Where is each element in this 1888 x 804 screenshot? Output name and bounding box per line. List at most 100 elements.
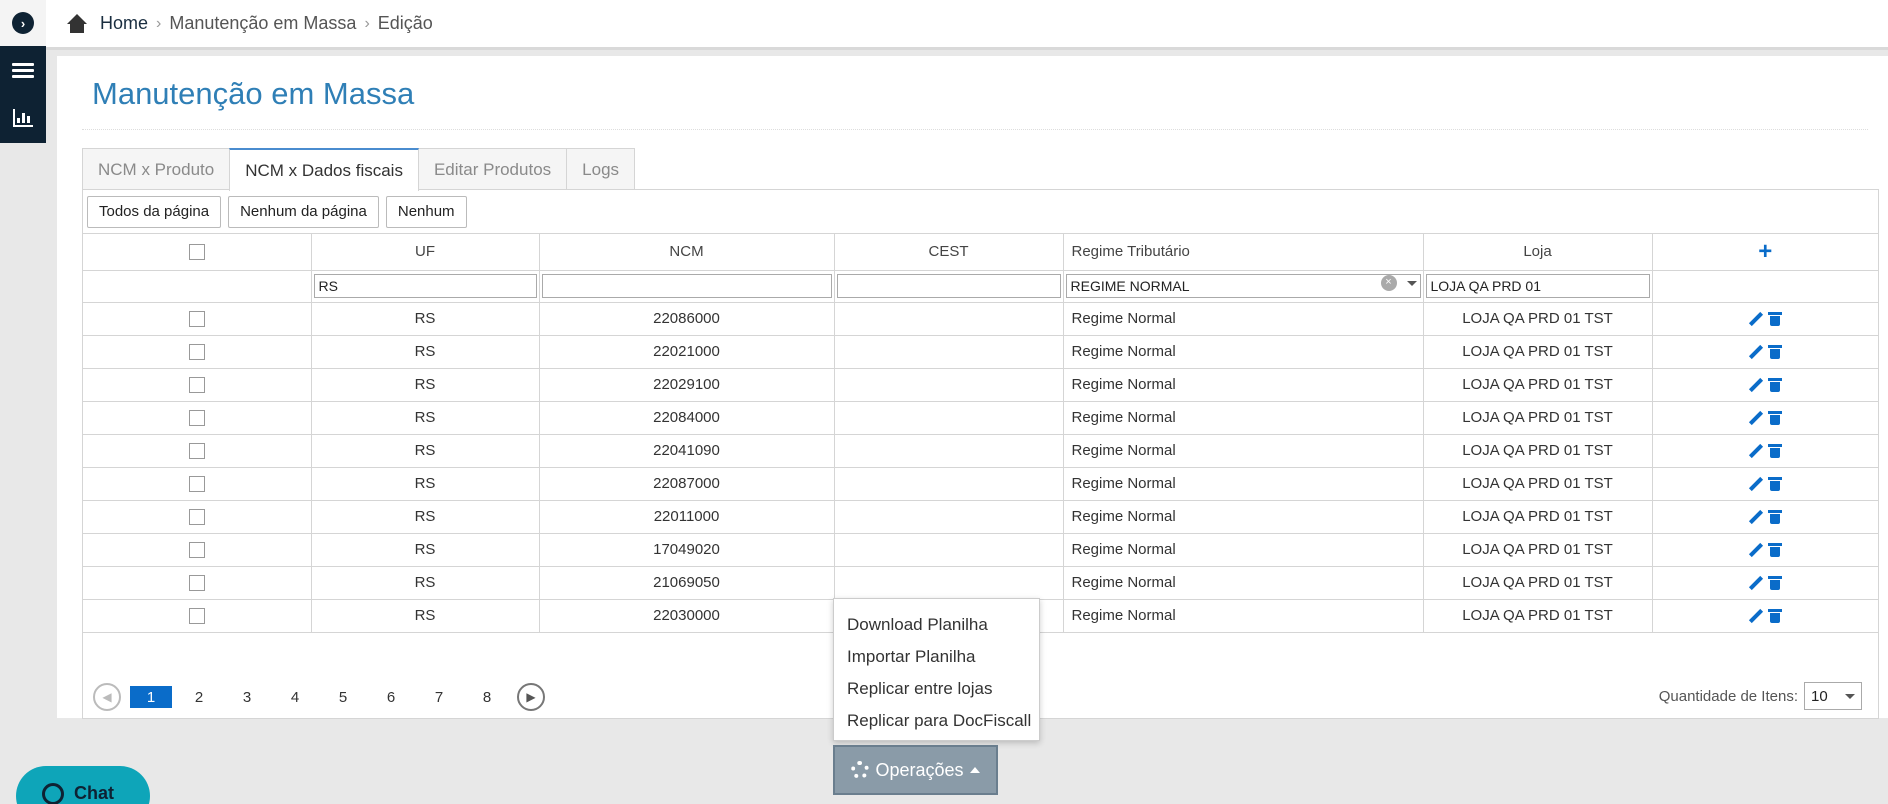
menu-item-replicar-docfiscall[interactable]: Replicar para DocFiscall xyxy=(834,705,1039,737)
regime-filter-select[interactable]: REGIME NORMAL xyxy=(1065,274,1421,298)
home-icon[interactable] xyxy=(66,13,88,34)
delete-icon[interactable] xyxy=(1768,576,1783,591)
delete-icon[interactable] xyxy=(1768,477,1783,492)
row-select-cell[interactable] xyxy=(83,368,312,402)
table-row[interactable]: RS 22086000 Regime Normal LOJA QA PRD 01 TS… xyxy=(83,302,1878,336)
edit-icon[interactable] xyxy=(1749,510,1763,524)
edit-icon[interactable] xyxy=(1749,609,1763,623)
table-row[interactable]: RS 21069050 Regime Normal LOJA QA PRD 01 TS… xyxy=(83,566,1878,600)
edit-icon[interactable] xyxy=(1749,444,1763,458)
page-number[interactable]: 2 xyxy=(178,686,220,708)
loja-filter-input[interactable]: LOJA QA PRD 01 xyxy=(1425,274,1650,298)
tab-editar-produtos[interactable]: Editar Produtos xyxy=(417,148,568,190)
cell-loja: LOJA QA PRD 01 TST xyxy=(1423,500,1653,534)
row-checkbox[interactable] xyxy=(188,542,205,559)
menu-button[interactable] xyxy=(0,46,46,94)
delete-icon[interactable] xyxy=(1768,609,1783,624)
column-header-cest[interactable]: CEST xyxy=(834,234,1064,271)
row-checkbox[interactable] xyxy=(188,344,205,361)
edit-icon[interactable] xyxy=(1749,345,1763,359)
row-checkbox[interactable] xyxy=(188,311,205,328)
row-checkbox[interactable] xyxy=(188,377,205,394)
page-number[interactable]: 6 xyxy=(370,686,412,708)
page-number[interactable]: 8 xyxy=(466,686,508,708)
uf-filter-input[interactable]: RS xyxy=(313,274,537,298)
row-select-cell[interactable] xyxy=(83,500,312,534)
menu-item-download[interactable]: Download Planilha xyxy=(834,609,1039,641)
cest-filter-input[interactable] xyxy=(836,274,1061,298)
reports-button[interactable] xyxy=(0,94,46,142)
delete-icon[interactable] xyxy=(1768,378,1783,393)
breadcrumb-home[interactable]: Home xyxy=(100,13,148,34)
page-number[interactable]: 4 xyxy=(274,686,316,708)
table-row[interactable]: RS 22084000 Regime Normal LOJA QA PRD 01 TS… xyxy=(83,401,1878,435)
breadcrumb-manutencao[interactable]: Manutenção em Massa xyxy=(169,13,356,34)
table-row[interactable]: RS 22021000 Regime Normal LOJA QA PRD 01 TS… xyxy=(83,335,1878,369)
table-row[interactable]: RS 17049020 Regime Normal LOJA QA PRD 01 TS… xyxy=(83,533,1878,567)
expand-icon[interactable]: › xyxy=(12,12,34,34)
prev-page-icon[interactable]: ◀ xyxy=(93,683,121,711)
header-select-all[interactable] xyxy=(83,234,312,271)
table-row[interactable]: RS 22029100 Regime Normal LOJA QA PRD 01 TS… xyxy=(83,368,1878,402)
edit-icon[interactable] xyxy=(1749,543,1763,557)
row-checkbox[interactable] xyxy=(188,509,205,526)
column-header-ncm[interactable]: NCM xyxy=(539,234,835,271)
table-row[interactable]: RS 22041090 Regime Normal LOJA QA PRD 01 TS… xyxy=(83,434,1878,468)
operations-button[interactable]: Operações xyxy=(833,745,998,795)
select-none-page-button[interactable]: Nenhum da página xyxy=(228,195,379,228)
row-checkbox[interactable] xyxy=(188,608,205,625)
menu-item-importar[interactable]: Importar Planilha xyxy=(834,641,1039,673)
delete-icon[interactable] xyxy=(1768,444,1783,459)
row-select-cell[interactable] xyxy=(83,533,312,567)
row-select-cell[interactable] xyxy=(83,467,312,501)
cell-cest xyxy=(834,566,1064,600)
row-checkbox[interactable] xyxy=(188,410,205,427)
add-button[interactable]: + xyxy=(1652,234,1878,271)
select-all-checkbox[interactable] xyxy=(188,244,205,261)
page-size-label: Quantidade de Itens: xyxy=(1658,687,1798,705)
delete-icon[interactable] xyxy=(1768,543,1783,558)
row-select-cell[interactable] xyxy=(83,335,312,369)
edit-icon[interactable] xyxy=(1749,312,1763,326)
page-size-select[interactable]: 10 xyxy=(1804,682,1862,710)
page-number[interactable]: 3 xyxy=(226,686,268,708)
chevron-down-icon[interactable] xyxy=(1406,280,1417,286)
tab-ncm-produto[interactable]: NCM x Produto xyxy=(82,148,231,190)
delete-icon[interactable] xyxy=(1768,411,1783,426)
delete-icon[interactable] xyxy=(1768,312,1783,327)
row-actions xyxy=(1652,533,1878,567)
column-header-loja[interactable]: Loja xyxy=(1423,234,1653,271)
page-number[interactable]: 1 xyxy=(130,686,172,708)
tab-ncm-dados-fiscais[interactable]: NCM x Dados fiscais xyxy=(229,148,419,191)
edit-icon[interactable] xyxy=(1749,477,1763,491)
page-number[interactable]: 7 xyxy=(418,686,460,708)
delete-icon[interactable] xyxy=(1768,510,1783,525)
row-select-cell[interactable] xyxy=(83,566,312,600)
row-select-cell[interactable] xyxy=(83,302,312,336)
row-actions xyxy=(1652,566,1878,600)
tab-logs[interactable]: Logs xyxy=(566,148,636,190)
edit-icon[interactable] xyxy=(1749,576,1763,590)
row-checkbox[interactable] xyxy=(188,443,205,460)
next-page-icon[interactable]: ▶ xyxy=(517,683,545,711)
row-checkbox[interactable] xyxy=(188,476,205,493)
column-header-regime[interactable]: Regime Tributário xyxy=(1063,234,1424,271)
table-row[interactable]: RS 22011000 Regime Normal LOJA QA PRD 01 TS… xyxy=(83,500,1878,534)
menu-item-replicar-lojas[interactable]: Replicar entre lojas xyxy=(834,673,1039,705)
row-select-cell[interactable] xyxy=(83,434,312,468)
delete-icon[interactable] xyxy=(1768,345,1783,360)
table-row[interactable]: RS 22087000 Regime Normal LOJA QA PRD 01 TS… xyxy=(83,467,1878,501)
row-select-cell[interactable] xyxy=(83,401,312,435)
cell-regime: Regime Normal xyxy=(1063,434,1424,468)
clear-icon[interactable]: × xyxy=(1380,274,1397,291)
ncm-filter-input[interactable] xyxy=(541,274,832,298)
edit-icon[interactable] xyxy=(1749,378,1763,392)
chat-button[interactable]: Chat xyxy=(16,766,150,804)
select-all-page-button[interactable]: Todos da página xyxy=(87,195,222,228)
edit-icon[interactable] xyxy=(1749,411,1763,425)
page-number[interactable]: 5 xyxy=(322,686,364,708)
row-select-cell[interactable] xyxy=(83,599,312,633)
column-header-uf[interactable]: UF xyxy=(311,234,540,271)
row-checkbox[interactable] xyxy=(188,575,205,592)
select-none-button[interactable]: Nenhum xyxy=(385,195,467,228)
